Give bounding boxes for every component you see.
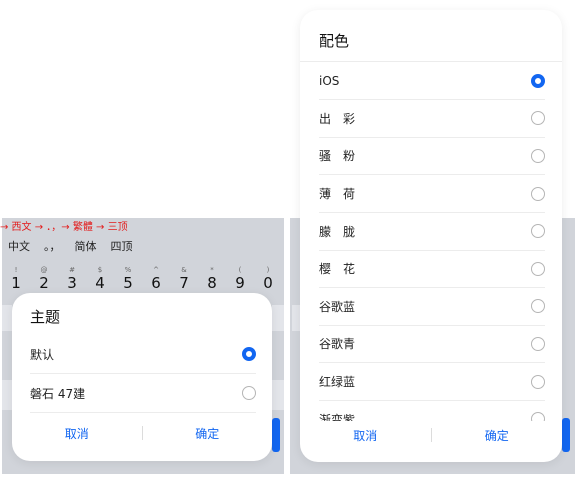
radio-unselected-icon[interactable] [531,374,545,389]
number-key-row: ! 1 @2 #3 $4% 5 ^ 6 & 7 * 8(9) 0 [2,262,284,292]
color-scheme-option[interactable]: iOS [319,62,549,100]
key-alt-label: ^ [153,266,159,274]
radio-selected-icon[interactable] [531,73,545,88]
option-label: 出 彩 [319,111,356,126]
cancel-button[interactable]: 取消 [300,427,431,444]
key-alt-label: ! [14,266,18,274]
radio-unselected-icon[interactable] [531,186,545,201]
candidate-item[interactable]: 简体 [75,238,97,254]
keyboard-key-edge [2,380,12,410]
candidate-item[interactable]: 中文 [8,238,30,254]
option-label: 骚 粉 [319,149,356,164]
dialog-button-bar: 取消 确定 [12,423,272,443]
dialog-title: 主题 [30,308,61,326]
radio-selected-icon[interactable] [242,347,256,361]
key-alt-label: & [181,266,187,274]
candidate-item[interactable]: 四顶 [111,238,133,254]
key-alt-label: @ [40,266,48,274]
color-scheme-option[interactable]: 谷歌青 [319,325,549,363]
color-scheme-option[interactable]: 朦 胧 [319,212,549,250]
theme-option[interactable]: 默认 [30,335,260,373]
key-alt-label: # [69,266,75,274]
key-alt-label: $ [97,266,103,274]
option-label: iOS [319,73,340,88]
number-key[interactable]: ) 0 [254,262,282,292]
radio-unselected-icon[interactable] [531,224,545,239]
number-key[interactable]: % 5 [114,262,142,292]
key-alt-label: % [124,266,132,274]
keyboard-return-key-edge [562,418,570,452]
color-scheme-option[interactable]: 樱 花 [319,250,549,288]
theme-dialog: 主题 默认 磐石 47建 取消 确定 [12,293,272,461]
number-key[interactable]: ! 1 [2,262,30,292]
keyboard-key-edge [2,305,12,331]
keyboard-return-key-edge [272,418,280,452]
key-label: 5 [123,274,133,292]
number-key[interactable]: $4 [86,262,114,292]
key-alt-label: ) [266,266,270,274]
keyboard-hint: → 西文 → ．，→ 繁體 → 三顶 [0,222,128,233]
number-key[interactable]: * 8 [198,262,226,292]
radio-unselected-icon[interactable] [531,412,545,421]
keyboard-key-edge [272,380,284,410]
radio-unselected-icon[interactable] [531,299,545,314]
option-label: 樱 花 [319,262,356,277]
number-key[interactable]: ^ 6 [142,262,170,292]
option-label: 朦 胧 [319,224,356,239]
divider [30,412,256,413]
number-key[interactable]: #3 [58,262,86,292]
color-scheme-dialog: 配色 iOS 出 彩骚 粉薄 荷朦 胧樱 花谷歌蓝谷歌青红绿蓝渐变紫 取消 确定 [300,10,562,462]
key-label: 4 [95,274,105,292]
option-label: 薄 荷 [319,187,356,202]
color-scheme-option[interactable]: 骚 粉 [319,137,549,175]
option-label: 谷歌蓝 [319,299,356,314]
option-label: 谷歌青 [319,337,356,352]
radio-unselected-icon[interactable] [531,336,545,351]
number-key[interactable]: (9 [226,262,254,292]
dialog-title: 配色 [319,32,350,50]
candidate-bar: 中文 。， 简体 四顶 [8,238,133,254]
confirm-button[interactable]: 确定 [143,425,273,442]
key-label: 6 [151,274,161,292]
color-scheme-list[interactable]: iOS 出 彩骚 粉薄 荷朦 胧樱 花谷歌蓝谷歌青红绿蓝渐变紫 [300,62,562,421]
theme-option[interactable]: 磐石 47建 [30,374,260,412]
keyboard-key-edge [272,305,284,331]
key-label: 2 [39,274,49,292]
option-label: 渐变紫 [319,412,356,421]
number-key[interactable]: & 7 [170,262,198,292]
key-label: 9 [235,274,245,292]
color-scheme-option[interactable]: 出 彩 [319,100,549,138]
key-label: 3 [67,274,77,292]
radio-unselected-icon[interactable] [531,261,545,276]
color-scheme-option[interactable]: 薄 荷 [319,175,549,213]
radio-unselected-icon[interactable] [531,111,545,126]
cancel-button[interactable]: 取消 [12,425,142,442]
option-label: 默认 [30,347,55,362]
dialog-button-bar: 取消 确定 [300,425,562,445]
number-key[interactable]: @2 [30,262,58,292]
key-label: 0 [263,274,273,292]
color-scheme-option[interactable]: 红绿蓝 [319,363,549,401]
color-scheme-option[interactable]: 谷歌蓝 [319,288,549,326]
color-scheme-option[interactable]: 渐变紫 [319,400,549,421]
key-label: 1 [11,274,21,292]
color-scheme-panel: 配色 iOS 出 彩骚 粉薄 荷朦 胧樱 花谷歌蓝谷歌青红绿蓝渐变紫 取消 确定 [290,0,575,479]
radio-unselected-icon[interactable] [242,386,256,400]
confirm-button[interactable]: 确定 [432,427,563,444]
theme-panel: → 西文 → ．，→ 繁體 → 三顶 中文 。， 简体 四顶 ! 1 @2 #3 $4%… [0,0,285,479]
key-alt-label: * [210,266,214,274]
key-alt-label: ( [238,266,242,274]
candidate-item[interactable]: 。， [44,238,61,254]
option-label: 红绿蓝 [319,375,356,390]
key-label: 7 [179,274,189,292]
radio-unselected-icon[interactable] [531,148,545,163]
option-label: 磐石 47建 [30,386,86,401]
key-label: 8 [207,274,217,292]
